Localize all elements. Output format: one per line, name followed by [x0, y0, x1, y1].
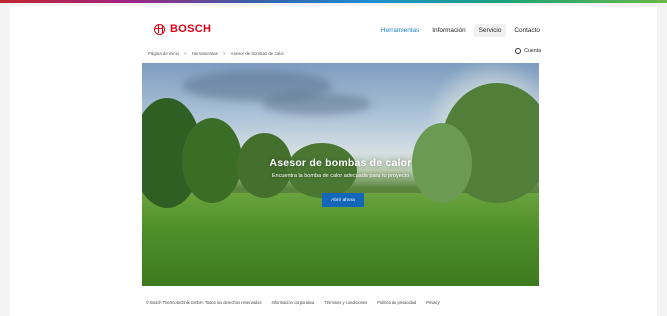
open-now-button[interactable]: Abrir ahora [322, 193, 364, 207]
brand-name: BOSCH [170, 23, 212, 35]
cloud [262, 93, 372, 115]
footer-link-privacy[interactable]: Privacy [426, 300, 439, 305]
user-icon [515, 48, 522, 54]
nav-item-herramientas[interactable]: Herramientas [376, 24, 424, 37]
bosch-logo[interactable]: BOSCH [154, 23, 211, 35]
account-link[interactable]: Cuenta [515, 48, 541, 54]
breadcrumb: Página de inicio > Herramientas > Asesor… [148, 51, 284, 56]
breadcrumb-item-tools[interactable]: Herramientas [192, 51, 218, 56]
nav-item-informacion[interactable]: Información [427, 24, 470, 37]
hero-title: Asesor de bombas de calor [269, 157, 412, 169]
nav-item-servicio[interactable]: Servicio [473, 24, 507, 37]
breadcrumb-item-home[interactable]: Página de inicio [148, 51, 179, 56]
page: BOSCH Herramientas Información Servicio … [0, 0, 667, 316]
tree [287, 143, 357, 198]
brand-color-bar [0, 0, 667, 3]
footer-link-terms[interactable]: Términos y condiciones [324, 300, 367, 305]
breadcrumb-separator: > [222, 51, 226, 56]
nav-item-contacto[interactable]: Contacto [509, 24, 545, 37]
footer-link-privacy-policy[interactable]: Política de privacidad [377, 300, 416, 305]
footer-link-corporate[interactable]: Información corporativa [272, 300, 315, 305]
account-label: Cuenta [524, 48, 541, 54]
main-nav: Herramientas Información Servicio Contac… [373, 24, 545, 37]
hero-subtitle: Encuentra la bomba de calor adecuada par… [271, 173, 410, 179]
hero-banner: Asesor de bombas de calor Encuentra la b… [142, 63, 539, 286]
footer: © Bosch Thermotechnik GmbH. Todos los de… [146, 300, 440, 305]
breadcrumb-item-current: Asesor de bombas de calor [230, 51, 284, 56]
breadcrumb-separator: > [184, 51, 187, 56]
footer-copyright: © Bosch Thermotechnik GmbH. Todos los de… [146, 300, 262, 305]
bosch-armature-icon [154, 23, 165, 35]
